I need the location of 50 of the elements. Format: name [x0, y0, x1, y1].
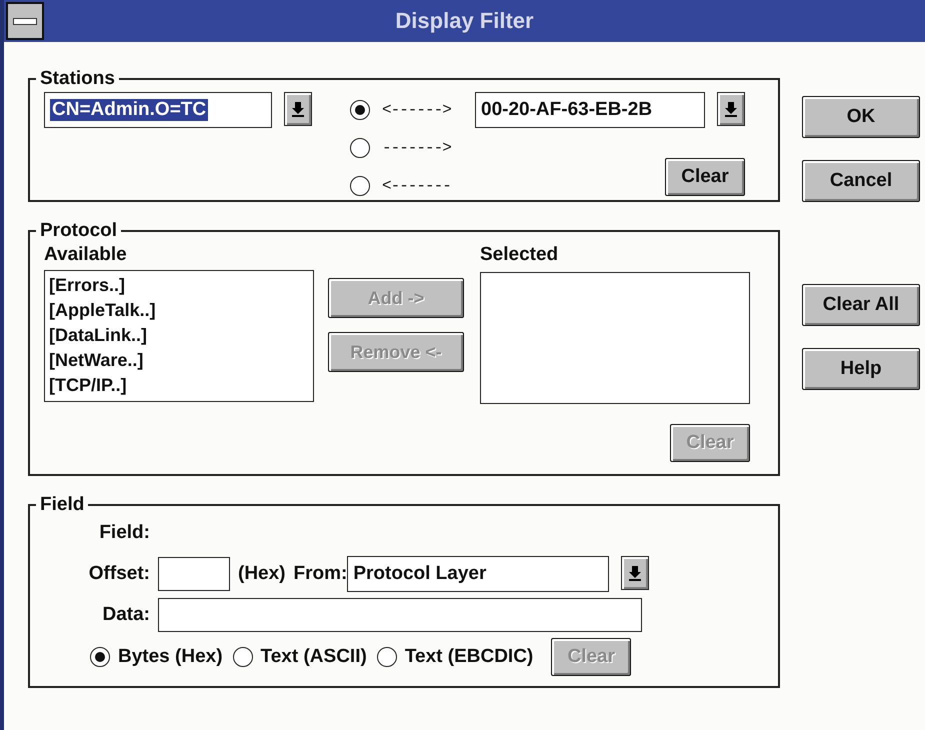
group-title: Stations — [39, 68, 116, 90]
source-field[interactable]: CN=Admin.O=TC — [44, 92, 272, 128]
list-item[interactable]: [AppleTalk..] — [49, 298, 309, 323]
list-item[interactable]: [DataLink..] — [49, 323, 309, 348]
dropdown-button[interactable] — [284, 92, 312, 126]
hex-label: (Hex) — [238, 563, 286, 585]
down-arrow-icon — [628, 565, 642, 581]
list-item[interactable]: [NetWare..] — [49, 348, 309, 373]
help-button[interactable]: Help — [802, 348, 920, 390]
direction-label: <------- — [382, 177, 451, 195]
window-title: Display Filter — [394, 8, 535, 34]
group-title: Protocol — [39, 220, 118, 242]
list-item[interactable]: [Errors..] — [49, 273, 309, 298]
source-value: CN=Admin.O=TC — [50, 99, 208, 121]
data-field[interactable] — [158, 598, 642, 632]
cancel-button[interactable]: Cancel — [802, 160, 920, 202]
direction-label: <------> — [382, 101, 451, 119]
dropdown-button[interactable] — [621, 556, 650, 590]
radio-button[interactable] — [376, 647, 397, 667]
offset-label: Offset: — [88, 563, 150, 585]
destination-field[interactable]: 00-20-AF-63-EB-2B — [475, 92, 705, 128]
from-value: Protocol Layer — [353, 563, 486, 585]
group-title: Field — [39, 494, 86, 516]
system-menu-icon[interactable] — [6, 2, 44, 40]
from-label: From: — [294, 563, 348, 585]
available-label: Available — [44, 244, 128, 267]
dropdown-button[interactable] — [717, 92, 745, 126]
clear-all-button[interactable]: Clear All — [802, 284, 920, 326]
format-label: Text (EBCDIC) — [404, 646, 534, 668]
available-list[interactable]: [Errors..] [AppleTalk..] [DataLink..] [NetWare..] [TCP/IP..] — [44, 270, 314, 402]
direction-label: -------> — [382, 139, 451, 157]
down-arrow-icon — [291, 101, 305, 117]
offset-field[interactable] — [158, 557, 230, 591]
radio-button[interactable] — [350, 138, 370, 158]
radio-button[interactable] — [90, 647, 110, 667]
field-label: Field: — [98, 522, 150, 544]
data-label: Data: — [101, 604, 150, 626]
radio-button[interactable] — [350, 176, 370, 196]
from-field[interactable]: Protocol Layer — [347, 556, 610, 592]
down-arrow-icon — [724, 101, 738, 117]
radio-button[interactable] — [350, 100, 370, 120]
destination-value: 00-20-AF-63-EB-2B — [481, 99, 652, 121]
selected-label: Selected — [480, 244, 560, 267]
list-item[interactable]: [TCP/IP..] — [49, 373, 309, 398]
radio-button[interactable] — [232, 647, 253, 667]
selected-list[interactable] — [480, 272, 750, 404]
clear-button[interactable]: Clear — [665, 158, 745, 196]
format-label: Bytes (Hex) — [118, 646, 223, 668]
format-label: Text (ASCII) — [260, 646, 367, 668]
ok-button[interactable]: OK — [802, 96, 920, 138]
